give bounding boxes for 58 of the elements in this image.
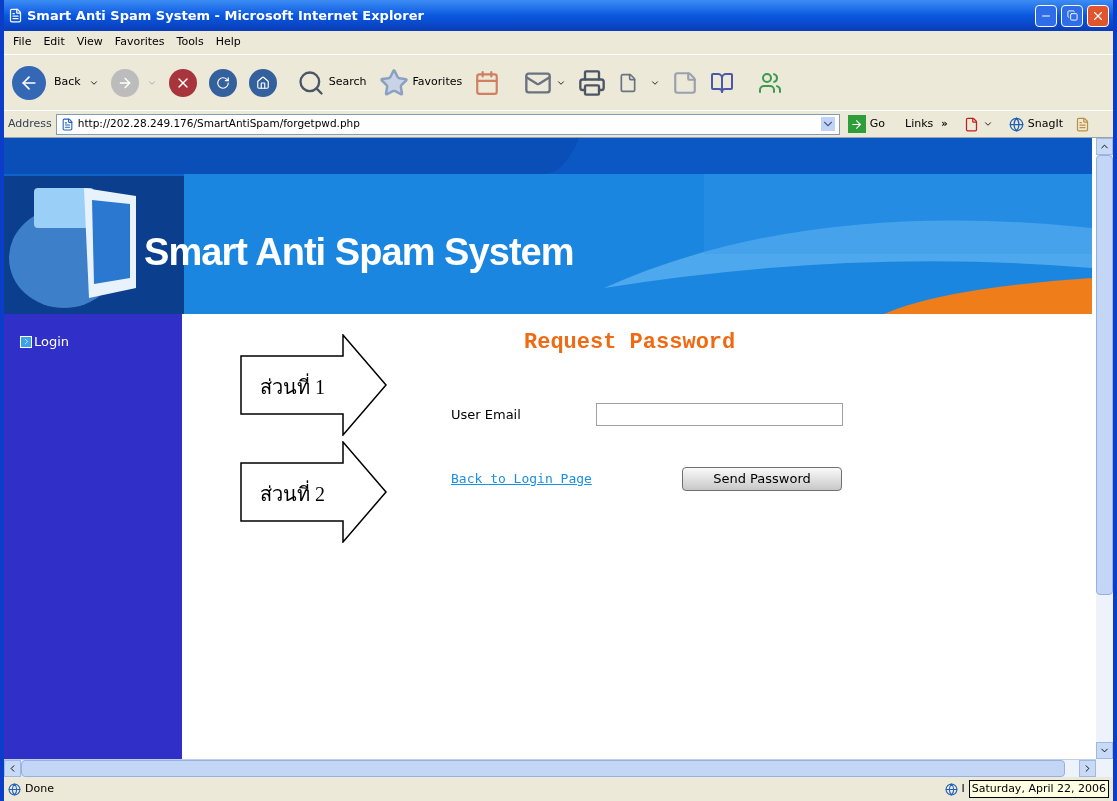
- close-button[interactable]: [1087, 4, 1109, 27]
- book-icon[interactable]: [710, 70, 735, 95]
- bullet-icon: [20, 335, 32, 348]
- status-text: Done: [25, 780, 55, 797]
- star-icon: [378, 67, 409, 98]
- links-button[interactable]: Links »: [905, 115, 948, 133]
- date-tooltip: Saturday, April 22, 2006: [968, 779, 1109, 799]
- email-field[interactable]: [596, 403, 843, 426]
- home-icon[interactable]: [248, 68, 277, 97]
- url-text: http://202.28.249.176/SmartAntiSpam/forgetpwd.php: [77, 116, 361, 132]
- zone-text: I: [961, 780, 965, 797]
- address-field[interactable]: http://202.28.249.176/SmartAntiSpam/forgetpwd.php: [55, 113, 840, 135]
- document-icon: [963, 116, 979, 132]
- login-link[interactable]: Back to Login Page: [451, 469, 682, 489]
- menu-item[interactable]: View: [71, 34, 108, 51]
- internet-zone-icon: [944, 782, 958, 796]
- calendar-icon[interactable]: [474, 69, 501, 96]
- stop-icon[interactable]: [168, 68, 197, 97]
- sidebar-link[interactable]: Login: [20, 332, 166, 352]
- page-icon: [60, 117, 74, 131]
- document-icon[interactable]: [1075, 116, 1091, 132]
- favorites-button[interactable]: Favorites: [378, 67, 463, 98]
- address-label: Address: [8, 115, 52, 132]
- globe-icon: [1008, 116, 1024, 132]
- banner-title: Smart Anti Spam System: [144, 230, 574, 275]
- scroll-left-icon[interactable]: [4, 760, 21, 777]
- restore-button[interactable]: [1061, 4, 1083, 27]
- callout-label: ส่วนที่ 2: [260, 479, 325, 509]
- search-button[interactable]: Search: [296, 68, 367, 97]
- search-icon: [296, 68, 325, 97]
- restore-icon: [1066, 10, 1078, 21]
- document-icon[interactable]: [618, 72, 639, 93]
- ie-page-icon: [8, 782, 21, 796]
- callout-label: ส่วนที่ 1: [260, 372, 325, 402]
- back-button[interactable]: Back: [12, 65, 99, 100]
- caret-icon: [982, 119, 993, 129]
- scroll-right-icon[interactable]: [1079, 760, 1096, 777]
- printer-icon[interactable]: [578, 68, 607, 97]
- menu-item[interactable]: Tools: [171, 34, 209, 51]
- menu-item[interactable]: File: [8, 34, 37, 51]
- menu-item[interactable]: Edit: [38, 34, 70, 51]
- note-icon[interactable]: [672, 69, 699, 96]
- people-icon[interactable]: [758, 70, 783, 95]
- snagit-button[interactable]: SnagIt: [1008, 115, 1064, 133]
- scroll-up-icon[interactable]: [1096, 138, 1113, 155]
- pdf-button[interactable]: [963, 116, 993, 132]
- window-title: Smart Anti Spam System - Microsoft Internet Explorer: [27, 6, 425, 25]
- scroll-down-icon[interactable]: [1096, 742, 1113, 759]
- page-heading: Request Password: [524, 329, 737, 357]
- email-label: User Email: [451, 405, 522, 424]
- dropdown-icon[interactable]: [820, 117, 835, 131]
- menu-item[interactable]: Help: [210, 34, 246, 51]
- refresh-icon[interactable]: [208, 68, 237, 97]
- send-password-button[interactable]: Send Password: [682, 467, 842, 491]
- go-button[interactable]: Go: [843, 115, 890, 133]
- page-icon: [8, 8, 23, 23]
- minimize-button[interactable]: [1035, 4, 1057, 27]
- menu-item[interactable]: Favorites: [109, 34, 170, 51]
